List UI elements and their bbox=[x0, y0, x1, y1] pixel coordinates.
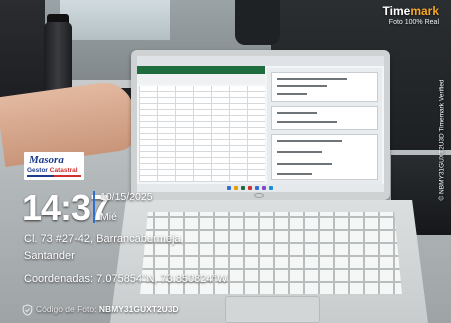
logo-title: Masora bbox=[29, 154, 64, 166]
taskbar bbox=[137, 184, 384, 192]
brand-suffix: mark bbox=[410, 4, 439, 18]
form-line bbox=[277, 140, 342, 142]
taskbar-icon bbox=[269, 186, 273, 190]
laptop-trackpad bbox=[225, 296, 320, 323]
stamp-date: 10/15/2025 bbox=[100, 191, 153, 203]
form-line bbox=[277, 78, 347, 80]
form-line bbox=[277, 173, 312, 175]
stamp-divider bbox=[93, 191, 95, 223]
taskbar-icon bbox=[241, 186, 245, 190]
form-card bbox=[271, 134, 378, 180]
spreadsheet-grid bbox=[139, 86, 265, 182]
taskbar-icon bbox=[255, 186, 259, 190]
hp-logo-icon bbox=[254, 193, 264, 198]
timemark-brand: Timemark bbox=[383, 4, 439, 18]
taskbar-icon bbox=[248, 186, 252, 190]
photo-code-label: Código de Foto: bbox=[36, 304, 99, 314]
taskbar-icon bbox=[234, 186, 238, 190]
stamp-time: 14:37 bbox=[22, 187, 110, 228]
spreadsheet-toolbar bbox=[137, 74, 265, 84]
timemark-subtitle: Foto 100% Real bbox=[388, 19, 439, 26]
form-panel bbox=[267, 68, 382, 184]
taskbar-icon bbox=[262, 186, 266, 190]
logo-sub-right: Catastral bbox=[49, 167, 78, 174]
logo-bar bbox=[27, 175, 81, 177]
stamp-weekday: Mié bbox=[100, 211, 117, 223]
stamp-address-line2: Santander bbox=[24, 250, 75, 262]
brand-prefix: Time bbox=[382, 4, 411, 18]
vertical-verification-id: © NBMY31GUXT2U3D Timemark Verified bbox=[435, 70, 449, 210]
taskbar-icon bbox=[227, 186, 231, 190]
form-card bbox=[271, 72, 378, 102]
background-window bbox=[60, 0, 170, 40]
stamp-address-line1: Cl. 73 #27-42, Barrancabermeja, bbox=[24, 233, 184, 245]
form-line bbox=[277, 93, 307, 95]
company-logo: Masora Gestor Catastral bbox=[24, 152, 84, 180]
form-line bbox=[277, 85, 327, 87]
browser-tab-bar bbox=[137, 56, 384, 66]
photo-code-value: NBMY31GUXT2U3D bbox=[98, 304, 179, 314]
photo-code-text: Código de Foto: NBMY31GUXT2U3D bbox=[36, 304, 179, 314]
form-line bbox=[277, 121, 337, 123]
laptop-screen bbox=[137, 56, 384, 192]
form-card bbox=[271, 106, 378, 130]
logo-sub-left: Gestor bbox=[27, 167, 50, 174]
background-person bbox=[235, 0, 280, 45]
logo-subtitle: Gestor Catastral bbox=[27, 167, 78, 174]
stamp-coordinates: Coordenadas: 7.075854°N, 73.850824°W bbox=[24, 273, 228, 285]
form-line bbox=[277, 163, 332, 165]
form-line bbox=[277, 112, 317, 114]
shield-check-icon bbox=[22, 304, 33, 316]
form-line bbox=[277, 151, 322, 153]
vertical-id-text: © NBMY31GUXT2U3D Timemark Verified bbox=[438, 79, 446, 201]
